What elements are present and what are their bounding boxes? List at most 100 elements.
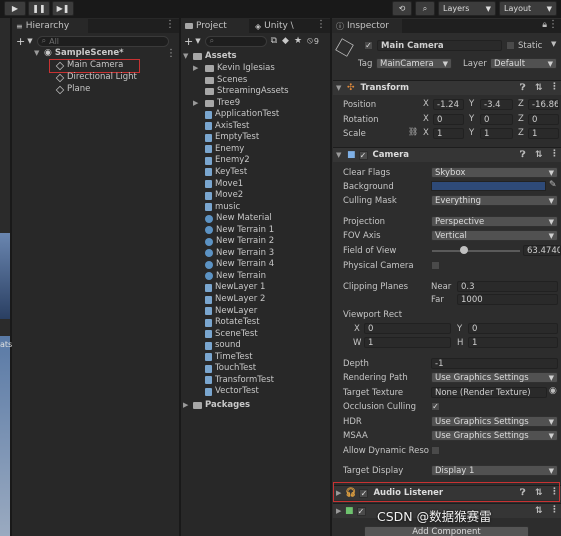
help-icon[interactable]: ❓︎ [520,150,525,160]
scene-row[interactable]: ▼ ◉ SampleScene* [34,48,124,59]
project-item[interactable]: New Material [193,213,272,224]
project-item[interactable]: EmptyTest [193,132,259,143]
preset-icon[interactable]: ⇅ [535,150,543,160]
rendering-path-dropdown[interactable]: Use Graphics Settings ▼ [431,372,558,383]
project-item[interactable]: TransformTest [193,375,274,386]
target-texture-field[interactable]: None (Render Texture) [431,387,547,398]
project-item[interactable]: Enemy [193,144,244,155]
far-field[interactable]: 1000 [457,294,558,305]
hierarchy-item-directional-light[interactable]: Directional Light [55,72,137,83]
hierarchy-menu-icon[interactable]: ⋮ [165,19,175,30]
tab-inspector[interactable]: ⓘ Inspector [332,19,402,33]
project-item[interactable]: KeyTest [193,167,247,178]
project-item[interactable]: New Terrain 1 [193,225,274,236]
object-active-checkbox[interactable]: ✓ [364,41,373,50]
chevron-down-icon[interactable]: ▼ [34,48,41,59]
fov-slider-handle[interactable] [460,246,468,254]
projection-dropdown[interactable]: Perspective ▼ [431,216,558,227]
add-object-button[interactable]: + [16,35,25,48]
play-button[interactable]: ▶ [4,1,26,16]
project-item[interactable]: NewLayer 2 [193,294,265,305]
fov-axis-dropdown[interactable]: Vertical ▼ [431,230,558,241]
object-name-field[interactable]: Main Camera [377,40,502,51]
tag-icon[interactable]: ◆ [282,36,289,46]
clear-flags-dropdown[interactable]: Skybox ▼ [431,167,558,178]
search-button[interactable]: ⌕ [415,1,435,16]
physical-camera-checkbox[interactable] [431,261,440,270]
camera-enabled-checkbox[interactable]: ✓ [358,150,368,160]
project-item[interactable]: VectorTest [193,386,259,397]
viewport-w-field[interactable]: 1 [364,337,451,348]
viewport-y-field[interactable]: 0 [468,323,558,334]
pause-button[interactable]: ❚❚ [28,1,50,16]
rotation-x-field[interactable]: 0 [433,114,464,125]
occlusion-culling-checkbox[interactable]: ✓ [431,402,440,411]
project-search-input[interactable]: ⌕ [204,35,267,47]
fov-slider-track[interactable] [432,250,520,252]
rotation-y-field[interactable]: 0 [480,114,513,125]
chevron-right-icon[interactable]: ▶ [193,98,202,109]
position-z-field[interactable]: -16.86 [528,99,559,110]
msaa-dropdown[interactable]: Use Graphics Settings ▼ [431,430,558,441]
project-item[interactable]: New Terrain [193,271,266,282]
filter-icon[interactable]: ⧉ [271,36,277,46]
help-icon[interactable]: ❓︎ [520,83,525,93]
camera-header[interactable]: ▼ ■ ✓ Camera ❓︎ ⇅ ⋮ [333,147,561,162]
chevron-right-icon[interactable]: ▶ [336,507,343,515]
rotation-z-field[interactable]: 0 [528,114,559,125]
step-button[interactable]: ▶❚ [52,1,74,16]
project-item[interactable]: music [193,202,240,213]
static-checkbox[interactable] [506,41,515,50]
chevron-down-icon[interactable]: ▼ [336,151,343,159]
assets-root[interactable]: ▼ Assets [183,51,237,62]
object-picker-icon[interactable]: ◉ [549,386,557,396]
chevron-down-icon[interactable]: ▼ [336,84,343,92]
chevron-down-icon[interactable]: ▼ [183,51,190,62]
tag-dropdown[interactable]: MainCamera ▼ [376,58,452,69]
hierarchy-item-plane[interactable]: Plane [55,84,90,95]
preset-icon[interactable]: ⇅ [535,506,543,516]
project-item[interactable]: New Terrain 4 [193,259,274,270]
component-menu-icon[interactable]: ⋮ [550,149,559,159]
project-item[interactable]: ▶ Tree9 [193,98,240,109]
project-item[interactable]: Enemy2 [193,155,250,166]
project-item[interactable]: Move2 [193,190,243,201]
project-item[interactable]: ApplicationTest [193,109,279,120]
position-y-field[interactable]: -3.4 [480,99,513,110]
hdr-dropdown[interactable]: Use Graphics Settings ▼ [431,416,558,427]
position-x-field[interactable]: -1.24 [433,99,464,110]
target-display-dropdown[interactable]: Display 1 ▼ [431,465,558,476]
component-menu-icon[interactable]: ⋮ [550,505,559,515]
layer-dropdown[interactable]: Default ▼ [490,58,557,69]
lock-icon[interactable]: 🔒︎ [542,20,547,30]
viewport-h-field[interactable]: 1 [468,337,558,348]
add-component-button[interactable]: Add Component [364,526,529,536]
layout-dropdown[interactable]: Layout ▼ [499,1,557,16]
transform-header[interactable]: ▼ ✣ Transform ❓︎ ⇅ ⋮ [333,80,561,95]
project-item[interactable]: TimeTest [193,352,253,363]
tab-unity[interactable]: ◈ Unity \ [251,19,301,33]
depth-field[interactable]: -1 [431,358,558,369]
inspector-menu-icon[interactable]: ⋮ [548,19,558,30]
project-item[interactable]: RotateTest [193,317,260,328]
project-item[interactable]: Scenes [193,75,247,86]
chevron-down-icon[interactable]: ▼ [27,37,32,45]
packages-root[interactable]: ▶ Packages [183,400,250,411]
star-icon[interactable]: ★ [294,36,302,46]
scale-y-field[interactable]: 1 [480,128,513,139]
history-button[interactable]: ⟲ [392,1,412,16]
project-item[interactable]: SceneTest [193,329,258,340]
project-item[interactable]: ▶ Kevin Iglesias [193,63,275,74]
component-menu-icon[interactable]: ⋮ [550,82,559,92]
chevron-down-icon[interactable]: ▼ [551,40,556,48]
tab-hierarchy[interactable]: ≡ Hierarchy [12,19,88,33]
viewport-x-field[interactable]: 0 [364,323,451,334]
tab-project[interactable]: Project [181,19,249,33]
create-asset-button[interactable]: + [184,35,193,48]
scale-z-field[interactable]: 1 [528,128,559,139]
scale-x-field[interactable]: 1 [433,128,464,139]
chevron-right-icon[interactable]: ▶ [183,400,190,411]
hidden-packages-icon[interactable]: ⦸ [307,36,313,46]
project-item[interactable]: NewLayer 1 [193,282,265,293]
project-item[interactable]: AxisTest [193,121,249,132]
